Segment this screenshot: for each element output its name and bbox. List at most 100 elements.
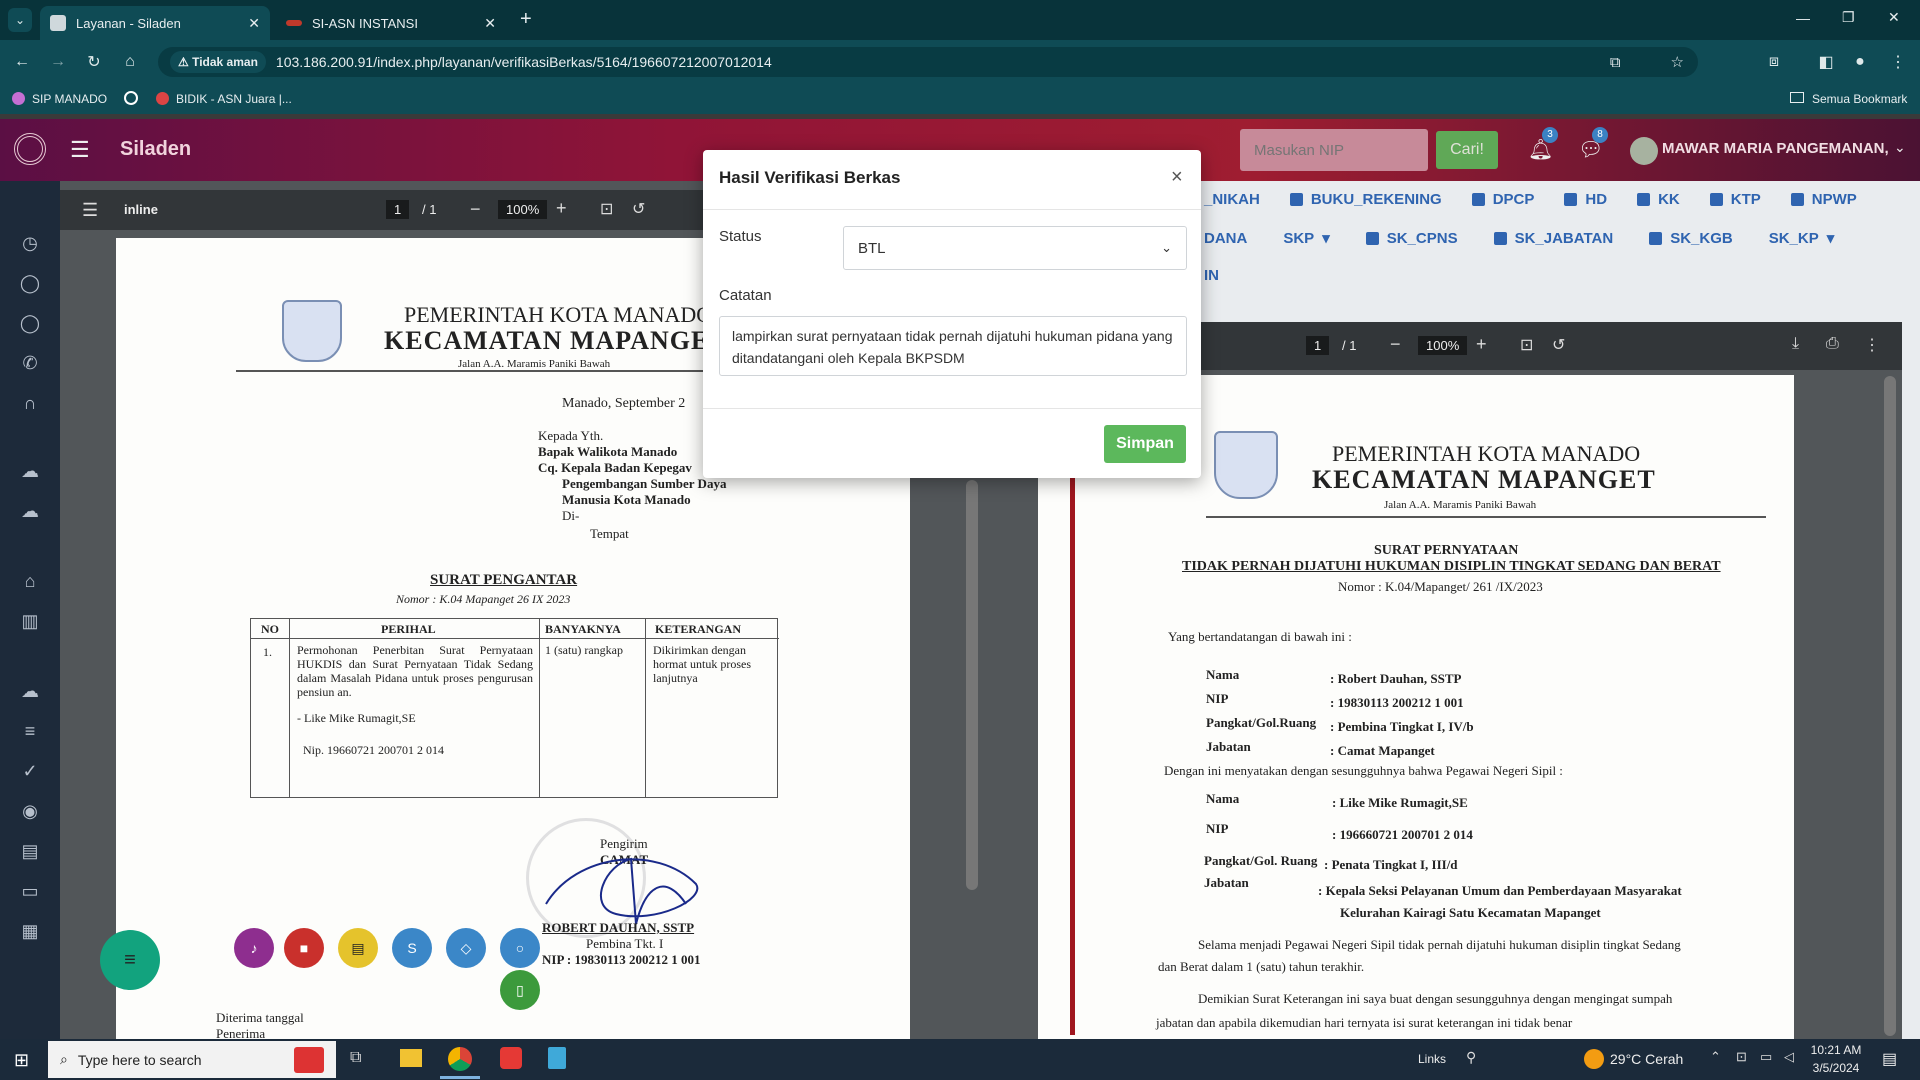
pdf-menu-icon[interactable]: ☰ — [82, 200, 98, 221]
chevron-up-icon[interactable]: ⌃ — [1710, 1049, 1721, 1065]
close-icon[interactable]: ✕ — [248, 15, 260, 32]
people-icon[interactable]: ⚲ — [1466, 1049, 1476, 1066]
file-explorer-icon[interactable] — [400, 1049, 422, 1067]
doc-tab-nikah[interactable]: _NIKAH — [1204, 191, 1260, 208]
calculator-icon[interactable] — [548, 1047, 566, 1069]
doc-tab-in[interactable]: IN — [1204, 267, 1219, 284]
zoom-out-icon[interactable]: − — [1390, 334, 1401, 355]
task-view-icon[interactable]: ⧉ — [350, 1049, 361, 1067]
rotate-icon[interactable]: ↺ — [632, 199, 645, 219]
check-circle-icon[interactable]: ✓ — [18, 759, 42, 783]
grid-icon[interactable]: ▦ — [18, 919, 42, 943]
pdf-zoom-input[interactable]: 100% — [1418, 336, 1468, 355]
user-alt-icon[interactable]: ◯ — [18, 311, 42, 335]
fab-circle-icon[interactable]: ○ — [500, 928, 540, 968]
doc-tab-sk-kp[interactable]: SK_KP ▾ — [1769, 229, 1835, 248]
user-icon[interactable]: ◯ — [18, 271, 42, 295]
profile-icon[interactable]: ● — [1846, 48, 1874, 76]
windows-start-icon[interactable]: ⊞ — [14, 1051, 32, 1069]
headset-icon[interactable]: ∩ — [18, 391, 42, 415]
print-icon[interactable]: ⎙ — [1826, 335, 1839, 353]
doc-tab-sk-cpns[interactable]: SK_CPNS — [1365, 229, 1458, 247]
notes-textarea[interactable]: lampirkan surat pernyataan tidak pernah … — [719, 316, 1187, 376]
download-icon[interactable]: ☁ — [18, 679, 42, 703]
dashboard-icon[interactable]: ◷ — [18, 231, 42, 255]
doc-tab-sk-kgb[interactable]: SK_KGB — [1649, 229, 1733, 247]
clock-date[interactable]: 3/5/2024 — [1808, 1061, 1864, 1075]
clock-time[interactable]: 10:21 AM — [1808, 1043, 1864, 1057]
fab-strike-icon[interactable]: S — [392, 928, 432, 968]
translate-icon[interactable]: ⧉ — [1610, 54, 1621, 71]
doc-tab-buku-rekening[interactable]: BUKU_REKENING — [1289, 191, 1442, 208]
notification-center-icon[interactable]: ▤ — [1882, 1049, 1897, 1069]
close-icon[interactable]: × — [1171, 166, 1183, 189]
globe-nav-icon[interactable]: ◉ — [18, 799, 42, 823]
pdf-page-input[interactable]: 1 — [386, 200, 410, 219]
fab-note-icon[interactable]: ▤ — [338, 928, 378, 968]
doc-tab-hd[interactable]: HD — [1564, 191, 1607, 208]
links-toolbar[interactable]: Links — [1418, 1052, 1446, 1066]
status-select[interactable]: BTL ⌄ — [843, 226, 1187, 270]
taskbar-search[interactable]: ⌕ Type here to search — [48, 1041, 336, 1078]
avatar[interactable] — [1630, 137, 1658, 165]
security-chip[interactable]: ⚠ Tidak aman — [170, 51, 266, 73]
minimize-icon[interactable]: — — [1796, 10, 1810, 26]
menu-icon[interactable]: ⋮ — [1884, 48, 1912, 76]
user-name[interactable]: MAWAR MARIA PANGEMANAN, — [1662, 140, 1889, 157]
pdf-page-input[interactable]: 1 — [1306, 336, 1330, 355]
bookmark-sip[interactable]: SIP MANADO — [32, 92, 107, 106]
star-icon[interactable]: ☆ — [1671, 53, 1684, 71]
anydesk-icon[interactable] — [500, 1047, 522, 1069]
doc-tab-kk[interactable]: KK — [1637, 191, 1680, 208]
back-icon[interactable]: ← — [8, 48, 36, 76]
weather-text[interactable]: 29°C Cerah — [1610, 1051, 1683, 1067]
address-bar[interactable]: ⚠ Tidak aman 103.186.200.91/index.php/la… — [158, 47, 1698, 77]
doc-tab-ktp[interactable]: KTP — [1709, 191, 1761, 208]
search-button[interactable]: Cari! — [1436, 131, 1498, 169]
doc-tab-dana[interactable]: DANA — [1204, 229, 1247, 247]
whatsapp-icon[interactable]: ✆ — [18, 351, 42, 375]
tab-layanan[interactable]: Layanan - Siladen ✕ — [40, 6, 270, 40]
tab-list-icon[interactable]: ⌄ — [8, 8, 32, 32]
device-icon[interactable]: ⊡ — [1736, 1049, 1747, 1065]
pdf-left-scrollbar[interactable] — [966, 480, 978, 890]
zoom-in-icon[interactable]: + — [1476, 334, 1487, 355]
bank-icon[interactable]: ▥ — [18, 609, 42, 633]
pdf-zoom-input[interactable]: 100% — [498, 200, 548, 219]
zoom-in-icon[interactable]: + — [556, 198, 567, 219]
graduation-icon[interactable]: ⌂ — [18, 569, 42, 593]
new-tab-icon[interactable]: + — [520, 8, 532, 31]
fit-page-icon[interactable]: ⊡ — [600, 199, 613, 219]
all-bookmarks[interactable]: Semua Bookmark — [1812, 92, 1907, 106]
extensions-icon[interactable]: ⧈ — [1760, 48, 1788, 76]
fab-bell-icon[interactable]: ♪ — [234, 928, 274, 968]
reload-icon[interactable]: ↻ — [80, 48, 108, 76]
monitor-icon[interactable]: ▭ — [18, 879, 42, 903]
download-pdf-icon[interactable]: ⤓ — [1792, 335, 1799, 353]
sidepanel-icon[interactable]: ◧ — [1812, 48, 1840, 76]
cloud-upload-icon[interactable]: ☁ — [18, 459, 42, 483]
close-icon[interactable]: ✕ — [484, 15, 496, 32]
document-icon[interactable]: ▤ — [18, 839, 42, 863]
doc-tab-npwp[interactable]: NPWP — [1790, 191, 1857, 208]
fit-page-icon[interactable]: ⊡ — [1520, 335, 1533, 355]
fab-eye-slash-icon[interactable]: ◇ — [446, 928, 486, 968]
rotate-icon[interactable]: ↺ — [1552, 335, 1565, 355]
restore-icon[interactable]: ❐ — [1842, 9, 1855, 26]
pdf-right-scrollbar[interactable] — [1884, 376, 1896, 1036]
doc-tab-dpcp[interactable]: DPCP — [1471, 191, 1534, 208]
more-icon[interactable]: ⋮ — [1864, 335, 1880, 355]
doc-tab-sk-jabatan[interactable]: SK_JABATAN — [1493, 229, 1613, 247]
home-icon[interactable]: ⌂ — [116, 48, 144, 76]
save-button[interactable]: Simpan — [1104, 425, 1186, 463]
volume-icon[interactable]: ◁ — [1784, 1049, 1794, 1065]
nip-search-input[interactable] — [1240, 129, 1428, 171]
network-icon[interactable]: ▭ — [1760, 1049, 1772, 1065]
cloud-download-icon[interactable]: ☁ — [18, 499, 42, 523]
list-icon[interactable]: ≡ — [18, 719, 42, 743]
fab-lock-icon[interactable]: ■ — [284, 928, 324, 968]
zoom-out-icon[interactable]: − — [470, 199, 481, 220]
chrome-icon[interactable] — [448, 1047, 472, 1071]
fab-menu-icon[interactable]: ≡ — [100, 930, 160, 990]
doc-tab-skp[interactable]: SKP ▾ — [1283, 229, 1329, 248]
